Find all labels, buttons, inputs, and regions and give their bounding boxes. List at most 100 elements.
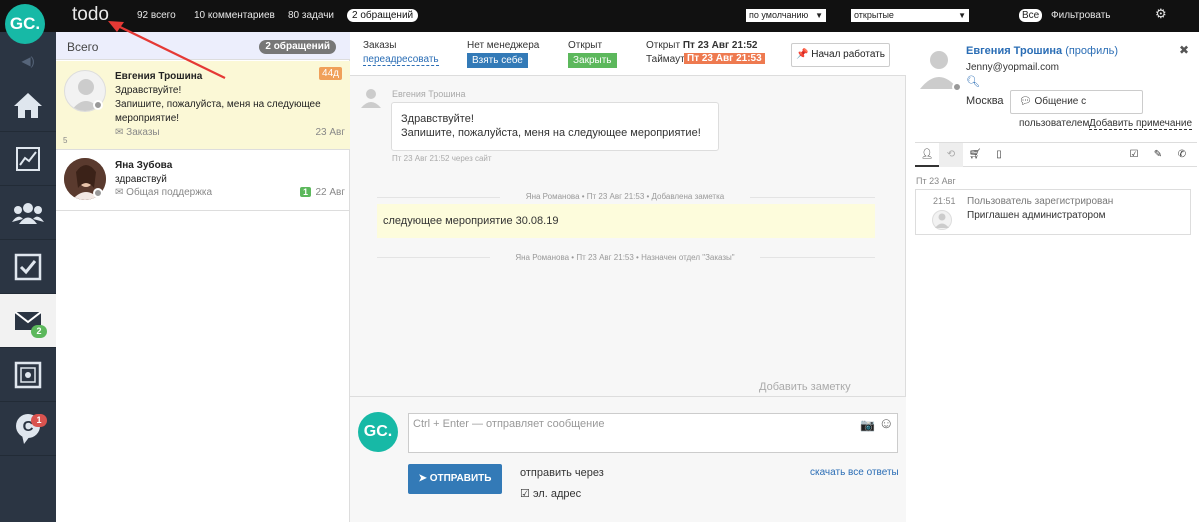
chat-badge: 1 — [31, 414, 47, 427]
status-dot — [93, 188, 103, 198]
timeout-label: Таймаут — [646, 54, 685, 65]
contact-name: Яна Зубова — [115, 160, 173, 171]
pencil-icon[interactable]: ✎ — [1146, 143, 1170, 167]
sidebar: ◀) 2 C 1 — [0, 32, 56, 522]
start-work-label: Начал работать — [811, 49, 885, 60]
checkbox-icon — [14, 253, 42, 280]
history-detail: Приглашен администратором — [967, 210, 1106, 221]
caret-down-icon: ▼ — [815, 11, 823, 20]
redirect-link[interactable]: переадресовать — [363, 54, 439, 66]
gear-icon[interactable]: ⚙ — [1155, 6, 1167, 22]
profile-name[interactable]: Евгения Трошина — [966, 45, 1062, 57]
sidebar-item-messages[interactable]: 2 — [0, 294, 56, 348]
row-index: 5 — [63, 136, 68, 145]
channel-name: Общая поддержка — [126, 187, 213, 198]
checkbox-checked-icon[interactable]: ☑ — [520, 488, 530, 500]
messages-badge: 2 — [31, 325, 47, 338]
mail-icon: ✉ — [115, 127, 124, 138]
profile-city: Москва — [966, 95, 1004, 107]
sidebar-item-users[interactable] — [0, 186, 56, 240]
status-label: Открыт — [568, 40, 603, 51]
safe-icon — [14, 361, 42, 388]
pin-icon: 📌 — [796, 49, 809, 60]
email-option-label: эл. адрес — [532, 488, 582, 500]
profile-email: Jenny@yopmail.com — [966, 62, 1059, 73]
all-toggle[interactable]: Все — [1019, 9, 1043, 22]
cart-icon[interactable]: 🛒︎ — [963, 143, 987, 167]
take-button[interactable]: Взять себе — [467, 53, 528, 68]
camera-icon[interactable]: 📷 — [860, 418, 875, 432]
message-input[interactable]: Ctrl + Enter — отправляет сообщение 📷 ☺ — [408, 413, 898, 453]
start-work-button[interactable]: 📌 Начал работать — [791, 43, 890, 67]
app-root: todo 92 всего 10 комментариев 80 задачи … — [0, 0, 1199, 522]
filter-button[interactable]: Фильтровать — [1051, 10, 1111, 21]
profile-name-row: Евгения Трошина (профиль) — [966, 45, 1118, 57]
sidebar-item-tasks[interactable] — [0, 240, 56, 294]
send-button[interactable]: ➤ ОТПРАВИТЬ — [408, 464, 502, 494]
comment-icon: 💬︎ — [1019, 96, 1032, 107]
message-line: Здравствуйте! — [401, 113, 474, 125]
add-note-link[interactable]: Добавить примечание — [1089, 118, 1193, 130]
history-card: 21:51 Пользователь зарегистрирован Пригл… — [915, 189, 1191, 235]
close-button[interactable]: Закрыть — [568, 53, 617, 68]
requests-badge[interactable]: 2 обращений — [347, 9, 419, 22]
tasks-count[interactable]: 80 задачи — [288, 10, 334, 21]
chat-header: Заказы переадресовать Нет менеджера Взят… — [350, 32, 906, 76]
email-option[interactable]: ☑ эл. адрес — [520, 487, 581, 500]
composer-avatar: GC. — [358, 412, 398, 452]
message-author: Евгения Трошина — [392, 89, 466, 99]
channel-name: Заказы — [126, 127, 160, 138]
mail-icon: ✉ — [115, 187, 124, 198]
age-badge: 44д — [319, 67, 342, 80]
opened-value: Пт 23 Авг 21:52 — [682, 40, 758, 51]
chat-panel: Заказы переадресовать Нет менеджера Взят… — [350, 32, 906, 522]
message-preview: здравствуй — [115, 174, 167, 185]
phone-icon[interactable]: ✆ — [1170, 143, 1194, 167]
user-icon[interactable]: 👤︎ — [915, 143, 939, 167]
check-icon[interactable]: ☑ — [1122, 143, 1146, 167]
home-icon — [14, 92, 42, 118]
timeout-value: Пт 23 Авг 21:53 — [684, 53, 765, 64]
message-meta: Пт 23 Авг 21:52 через сайт — [392, 154, 492, 163]
date-label: 23 Авг — [315, 127, 345, 138]
status-dot — [93, 100, 103, 110]
caret-down-icon: ▼ — [958, 11, 966, 20]
search-icon[interactable]: 🔍︎ — [966, 75, 980, 88]
send-label: ОТПРАВИТЬ — [429, 473, 492, 484]
smiley-icon[interactable]: ☺ — [879, 415, 894, 432]
users-icon — [12, 202, 44, 224]
sidebar-item-safe[interactable] — [0, 348, 56, 402]
profile-panel: Евгения Трошина (профиль) ✖ Jenny@yopmai… — [906, 32, 1199, 522]
status-select[interactable]: открытые ▼ — [851, 9, 969, 22]
download-answers-link[interactable]: скачать все ответы — [810, 467, 899, 478]
sidebar-item-chat[interactable]: C 1 — [0, 402, 56, 456]
status-select-value: открытые — [854, 10, 894, 20]
list-header-badge: 2 обращений — [259, 40, 336, 54]
close-icon[interactable]: ✖ — [1179, 43, 1189, 57]
history-time: 21:51 — [933, 196, 956, 206]
message-line: Запишите, пожалуйста, меня на следующее … — [401, 127, 701, 139]
history-icon[interactable]: ⟲ — [939, 143, 963, 167]
conversation-list: Всего 2 обращений Евгения Трошина Здравс… — [56, 32, 350, 522]
chat-with-user-button[interactable]: 💬︎ Общение с пользователем — [1010, 90, 1143, 129]
date-label: 22 Авг — [315, 187, 345, 198]
add-note-link[interactable]: Добавить заметку — [759, 381, 851, 393]
unread-count: 1 — [299, 187, 311, 197]
profile-tabs: 👤︎ ⟲ 🛒︎ ▯ ☑ ✎ ✆ — [915, 142, 1197, 167]
channel-label: ✉ Заказы — [115, 127, 160, 138]
chart-icon — [16, 146, 40, 171]
conversation-row[interactable]: Яна Зубова здравствуй ✉ Общая поддержка … — [56, 150, 350, 211]
department-label: Заказы — [363, 40, 397, 51]
channel-label: ✉ Общая поддержка — [115, 187, 212, 198]
assign-meta: Яна Романова • Пт 23 Авг 21:53 • Назначе… — [490, 253, 760, 262]
opened-info: Открыт Пт 23 Авг 21:52 — [646, 40, 758, 51]
manager-label: Нет менеджера — [467, 40, 540, 51]
composer: GC. Ctrl + Enter — отправляет сообщение … — [350, 396, 906, 522]
status-dot — [952, 82, 962, 92]
sort-select-value: по умолчанию — [749, 10, 809, 20]
mobile-icon[interactable]: ▯ — [987, 143, 1011, 167]
sidebar-item-stats[interactable] — [0, 132, 56, 186]
send-icon: ➤ — [418, 473, 427, 484]
profile-link[interactable]: (профиль) — [1065, 45, 1118, 57]
sort-select[interactable]: по умолчанию ▼ — [746, 9, 826, 22]
